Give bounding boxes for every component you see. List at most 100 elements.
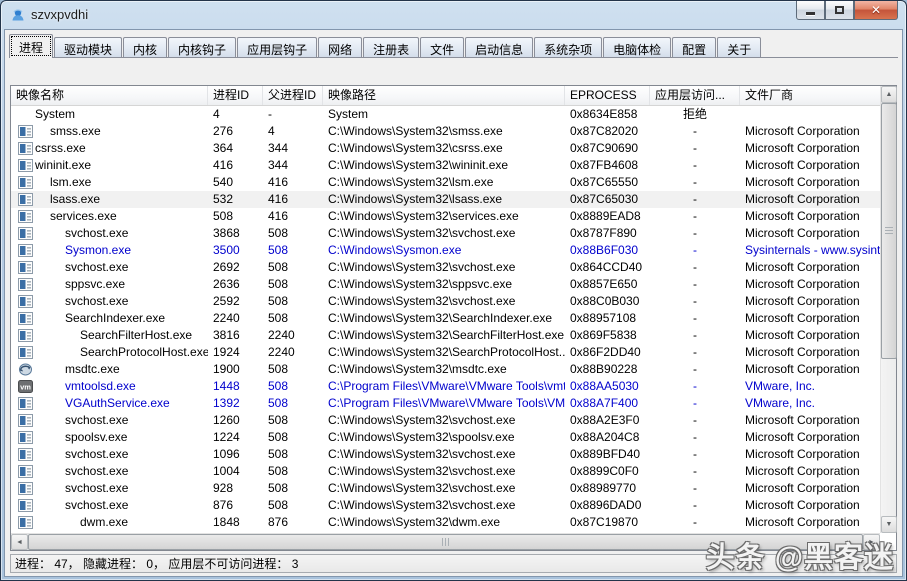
table-row[interactable]: svchost.exe1260508C:\Windows\System32\sv… [11, 412, 880, 429]
column-header-vendor[interactable]: 文件厂商 [740, 86, 880, 106]
column-header-name[interactable]: 映像名称 [11, 86, 208, 106]
table-row[interactable]: SearchProtocolHost.exe19242240C:\Windows… [11, 344, 880, 361]
process-window-icon [18, 159, 33, 172]
cell-image-name: dwm.exe [11, 514, 208, 531]
tab-system-misc[interactable]: 系统杂项 [534, 37, 602, 58]
cell-app-layer-access: - [650, 497, 740, 514]
table-row[interactable]: lsm.exe540416C:\Windows\System32\lsm.exe… [11, 174, 880, 191]
table-row[interactable]: System4-System0x8634E858拒绝 [11, 106, 880, 123]
table-row[interactable]: svchost.exe1004508C:\Windows\System32\sv… [11, 463, 880, 480]
cell-parent-pid: 344 [263, 157, 323, 174]
cell-pid: 3868 [208, 225, 263, 242]
table-row[interactable]: vmvmtoolsd.exe1448508C:\Program Files\VM… [11, 378, 880, 395]
horizontal-scrollbar[interactable]: ◄ ► [11, 533, 880, 550]
cell-app-layer-access: - [650, 242, 740, 259]
tab-app-layer-hooks[interactable]: 应用层钩子 [237, 37, 317, 58]
cell-app-layer-access: - [650, 378, 740, 395]
tab-kernel-hooks[interactable]: 内核钩子 [168, 37, 236, 58]
scroll-up-button[interactable]: ▲ [881, 86, 897, 103]
cell-image-path: C:\Windows\System32\services.exe [323, 208, 565, 225]
cell-pid: 532 [208, 191, 263, 208]
cell-eprocess: 0x88989770 [565, 480, 650, 497]
scroll-down-button[interactable]: ▼ [881, 516, 897, 533]
table-row[interactable]: svchost.exe3868508C:\Windows\System32\sv… [11, 225, 880, 242]
cell-eprocess: 0x8896DAD0 [565, 497, 650, 514]
cell-parent-pid: 508 [263, 378, 323, 395]
cell-file-vendor: Microsoft Corporation [740, 157, 880, 174]
cell-eprocess: 0x8787F890 [565, 225, 650, 242]
scroll-left-button[interactable]: ◄ [11, 534, 28, 550]
table-row[interactable]: svchost.exe1096508C:\Windows\System32\sv… [11, 446, 880, 463]
tab-pc-checkup[interactable]: 电脑体检 [603, 37, 671, 58]
minimize-button[interactable] [796, 1, 825, 20]
table-row[interactable]: svchost.exe876508C:\Windows\System32\svc… [11, 497, 880, 514]
tab-settings[interactable]: 配置 [672, 37, 716, 58]
table-row[interactable]: csrss.exe364344C:\Windows\System32\csrss… [11, 140, 880, 157]
process-window-icon [18, 431, 33, 444]
table-row[interactable]: VGAuthService.exe1392508C:\Program Files… [11, 395, 880, 412]
tab-network[interactable]: 网络 [318, 37, 362, 58]
table-row[interactable]: Sysmon.exe3500508C:\Windows\Sysmon.exe0x… [11, 242, 880, 259]
cell-pid: 3816 [208, 327, 263, 344]
table-row[interactable]: smss.exe2764C:\Windows\System32\smss.exe… [11, 123, 880, 140]
tab-kernel[interactable]: 内核 [123, 37, 167, 58]
table-row[interactable]: svchost.exe2592508C:\Windows\System32\sv… [11, 293, 880, 310]
cell-file-vendor: Microsoft Corporation [740, 310, 880, 327]
tab-about[interactable]: 关于 [717, 37, 761, 58]
vertical-scroll-thumb[interactable] [881, 103, 897, 359]
cell-image-name: msdtc.exe [11, 361, 208, 378]
table-row[interactable]: lsass.exe532416C:\Windows\System32\lsass… [11, 191, 880, 208]
column-header-pid[interactable]: 进程ID [208, 86, 263, 106]
cell-pid: 2592 [208, 293, 263, 310]
cell-image-path: C:\Program Files\VMware\VMware Tools\VM.… [323, 395, 565, 412]
tab-startup-info[interactable]: 启动信息 [465, 37, 533, 58]
process-listview: 映像名称进程ID父进程ID映像路径EPROCESS应用层访问...文件厂商 Sy… [10, 85, 897, 551]
cell-pid: 1096 [208, 446, 263, 463]
table-row[interactable]: msdtc.exe1900508C:\Windows\System32\msdt… [11, 361, 880, 378]
cell-file-vendor: Microsoft Corporation [740, 497, 880, 514]
horizontal-scroll-thumb[interactable] [28, 534, 863, 550]
column-header-path[interactable]: 映像路径 [323, 86, 565, 106]
cell-image-name: sppsvc.exe [11, 276, 208, 293]
table-row[interactable]: sppsvc.exe2636508C:\Windows\System32\spp… [11, 276, 880, 293]
app-icon [10, 7, 26, 23]
process-window-icon [18, 261, 33, 274]
tab-processes[interactable]: 进程 [9, 34, 53, 58]
cell-image-name: svchost.exe [11, 480, 208, 497]
tab-registry[interactable]: 注册表 [363, 37, 419, 58]
scroll-right-button[interactable]: ► [863, 534, 880, 550]
cell-app-layer-access: - [650, 412, 740, 429]
cell-parent-pid: 508 [263, 259, 323, 276]
table-row[interactable]: wininit.exe416344C:\Windows\System32\win… [11, 157, 880, 174]
title-bar[interactable]: szvxpvdhi ✕ [1, 1, 906, 29]
table-row[interactable]: svchost.exe2692508C:\Windows\System32\sv… [11, 259, 880, 276]
column-header-access[interactable]: 应用层访问... [650, 86, 740, 106]
tab-file[interactable]: 文件 [420, 37, 464, 58]
cell-app-layer-access: - [650, 327, 740, 344]
vertical-scrollbar[interactable]: ▲ ▼ [880, 86, 896, 533]
table-row[interactable]: SearchFilterHost.exe38162240C:\Windows\S… [11, 327, 880, 344]
cell-image-path: C:\Windows\System32\svchost.exe [323, 497, 565, 514]
column-header-ppid[interactable]: 父进程ID [263, 86, 323, 106]
table-row[interactable]: spoolsv.exe1224508C:\Windows\System32\sp… [11, 429, 880, 446]
close-button[interactable]: ✕ [854, 1, 898, 20]
cell-image-name: Sysmon.exe [11, 242, 208, 259]
cell-file-vendor: Microsoft Corporation [740, 123, 880, 140]
cell-eprocess: 0x88957108 [565, 310, 650, 327]
cell-image-name: lsass.exe [11, 191, 208, 208]
cell-app-layer-access: - [650, 361, 740, 378]
tab-driver-modules[interactable]: 驱动模块 [54, 37, 122, 58]
cell-file-vendor: Microsoft Corporation [740, 361, 880, 378]
cell-pid: 1224 [208, 429, 263, 446]
column-header-eprocess[interactable]: EPROCESS [565, 86, 650, 106]
cell-image-path: C:\Windows\System32\svchost.exe [323, 225, 565, 242]
table-row[interactable]: services.exe508416C:\Windows\System32\se… [11, 208, 880, 225]
cell-app-layer-access: 拒绝 [650, 106, 740, 123]
process-window-icon [18, 482, 33, 495]
cell-image-path: C:\Windows\System32\dwm.exe [323, 514, 565, 531]
table-row[interactable]: svchost.exe928508C:\Windows\System32\svc… [11, 480, 880, 497]
table-row[interactable]: SearchIndexer.exe2240508C:\Windows\Syste… [11, 310, 880, 327]
cell-parent-pid: 508 [263, 242, 323, 259]
table-row[interactable]: dwm.exe1848876C:\Windows\System32\dwm.ex… [11, 514, 880, 531]
maximize-button[interactable] [825, 1, 854, 20]
